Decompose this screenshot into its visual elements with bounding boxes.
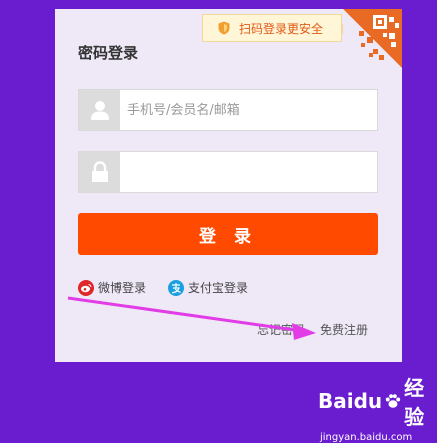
user-icon-box [79, 90, 120, 130]
forgot-password-link[interactable]: 忘记密码 [257, 321, 305, 338]
baidu-watermark: Baidu 经验 jingyan.baidu.com [318, 372, 434, 443]
qr-code-icon[interactable] [343, 9, 402, 68]
user-icon [90, 101, 109, 120]
qr-tip-text: 扫码登录更安全 [239, 21, 324, 36]
alipay-login-link[interactable]: 支付宝登录 [168, 279, 248, 296]
alipay-login-label: 支付宝登录 [188, 281, 249, 295]
qr-login-tip[interactable]: 扫码登录更安全 [202, 14, 348, 42]
lock-icon-box [79, 152, 120, 192]
paw-icon [385, 394, 401, 408]
password-field[interactable] [78, 151, 378, 193]
username-input[interactable] [127, 90, 372, 130]
weibo-login-link[interactable]: 微博登录 [78, 279, 146, 296]
register-link[interactable]: 免费注册 [320, 321, 368, 338]
shield-icon [218, 21, 230, 35]
login-button[interactable]: 登 录 [78, 213, 378, 255]
weibo-login-label: 微博登录 [98, 281, 147, 295]
lock-icon [91, 161, 108, 182]
watermark-suffix: 经验 [404, 376, 425, 429]
username-field[interactable] [78, 89, 378, 131]
page-title: 密码登录 [78, 44, 139, 62]
watermark-brand: Baidu [318, 389, 383, 413]
alipay-icon [168, 279, 184, 296]
password-input[interactable] [127, 152, 372, 192]
weibo-icon [78, 279, 94, 296]
watermark-url: jingyan.baidu.com [320, 432, 413, 443]
